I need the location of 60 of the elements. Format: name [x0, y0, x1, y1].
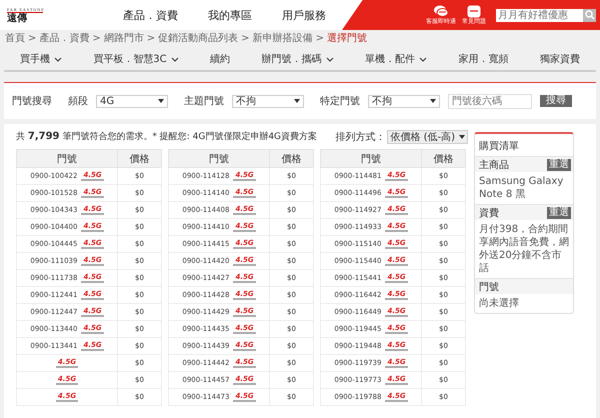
dropdown-arrow-icon — [294, 99, 300, 103]
dropdown-arrow-icon — [459, 135, 465, 139]
reselect-button[interactable]: 重選 — [547, 206, 571, 218]
breadcrumb-separator: > — [28, 33, 36, 45]
breadcrumb-separator: > — [92, 33, 101, 45]
section-text: Samsung Galaxy Note 8 黑 — [478, 175, 564, 202]
logo-text[interactable]: 遠傳 — [7, 12, 43, 24]
section-title: 資費 — [479, 206, 499, 220]
search-button[interactable]: 搜尋 — [540, 95, 572, 107]
sort-label: 排列方式： — [335, 130, 386, 144]
cart-title: 購買清單 — [478, 140, 520, 154]
section-text: 月付398，合約期間享網內語音免費，網外送20分鐘不含市話 — [478, 222, 570, 276]
nav-link[interactable]: 產品．資費 — [123, 8, 178, 22]
category-tab[interactable]: 辦門號．攜碼 — [262, 52, 334, 66]
chevron-icon — [54, 56, 62, 62]
chevron-icon — [326, 56, 334, 62]
filter-title: 門號搜尋 — [12, 94, 52, 108]
dropdown-field[interactable]: 4G — [96, 94, 168, 108]
section-title: 主商品 — [479, 158, 509, 172]
field-label: 頻段 — [68, 95, 88, 108]
breadcrumb-link[interactable]: 產品．資費 — [39, 33, 90, 45]
column-header: 價格 — [422, 150, 466, 168]
field-label: 主題門號 — [184, 94, 224, 108]
chat-bubbles-icon[interactable] — [433, 5, 449, 18]
section-text: 尚未選擇 — [478, 296, 520, 311]
category-tab[interactable]: 獨家資費 — [540, 52, 580, 66]
search-field[interactable]: 月月有好禮優惠 — [496, 8, 596, 22]
chevron-icon — [170, 56, 179, 62]
number-input-field[interactable]: 門號後六碼 — [448, 94, 532, 108]
section-title: 門號 — [479, 280, 499, 294]
breadcrumb-separator: > — [146, 33, 156, 45]
category-tab[interactable]: 買平板．智慧3C — [93, 52, 179, 66]
reselect-button[interactable]: 重選 — [547, 158, 571, 170]
column-header: 價格 — [118, 150, 162, 168]
sort-select[interactable]: 依價格 (低-高) — [387, 130, 468, 144]
category-tab[interactable]: 家用．寬頻 — [458, 52, 509, 66]
chevron-icon — [419, 56, 428, 62]
breadcrumb-link[interactable]: 促銷活動商品列表 — [158, 33, 238, 45]
column-header: 價格 — [270, 150, 314, 168]
dropdown-field[interactable]: 不拘 — [232, 94, 304, 108]
dropdown-arrow-icon — [158, 99, 164, 103]
dropdown-arrow-icon — [430, 99, 436, 103]
category-tab[interactable]: 買手機 — [20, 52, 62, 66]
breadcrumb-link[interactable]: 網路門市 — [104, 33, 144, 45]
dropdown-field[interactable]: 不拘 — [368, 94, 440, 108]
breadcrumb-link[interactable]: 新申辦搭設備 — [252, 33, 313, 45]
column-header: 門號 — [16, 150, 118, 168]
nav-link[interactable]: 我的專區 — [208, 8, 252, 22]
breadcrumb-separator: > — [241, 33, 250, 45]
result-summary: 共 7,799 筆門號符合您的需求。* 提醒您: 4G門號僅限定申辦4G資費方案 — [16, 131, 318, 143]
field-label: 特定門號 — [320, 94, 360, 108]
column-header: 門號 — [320, 150, 422, 168]
breadcrumb-separator: > — [316, 33, 324, 45]
column-header: 門號 — [168, 150, 270, 168]
breadcrumb-link[interactable]: 選擇門號 — [326, 33, 367, 45]
nav-link[interactable]: 用戶服務 — [282, 8, 326, 22]
breadcrumb-link[interactable]: 首頁 — [5, 33, 25, 45]
search-icon[interactable] — [583, 8, 596, 22]
category-tab[interactable]: 續約 — [210, 52, 230, 66]
category-tab[interactable]: 單機．配件 — [365, 52, 428, 66]
